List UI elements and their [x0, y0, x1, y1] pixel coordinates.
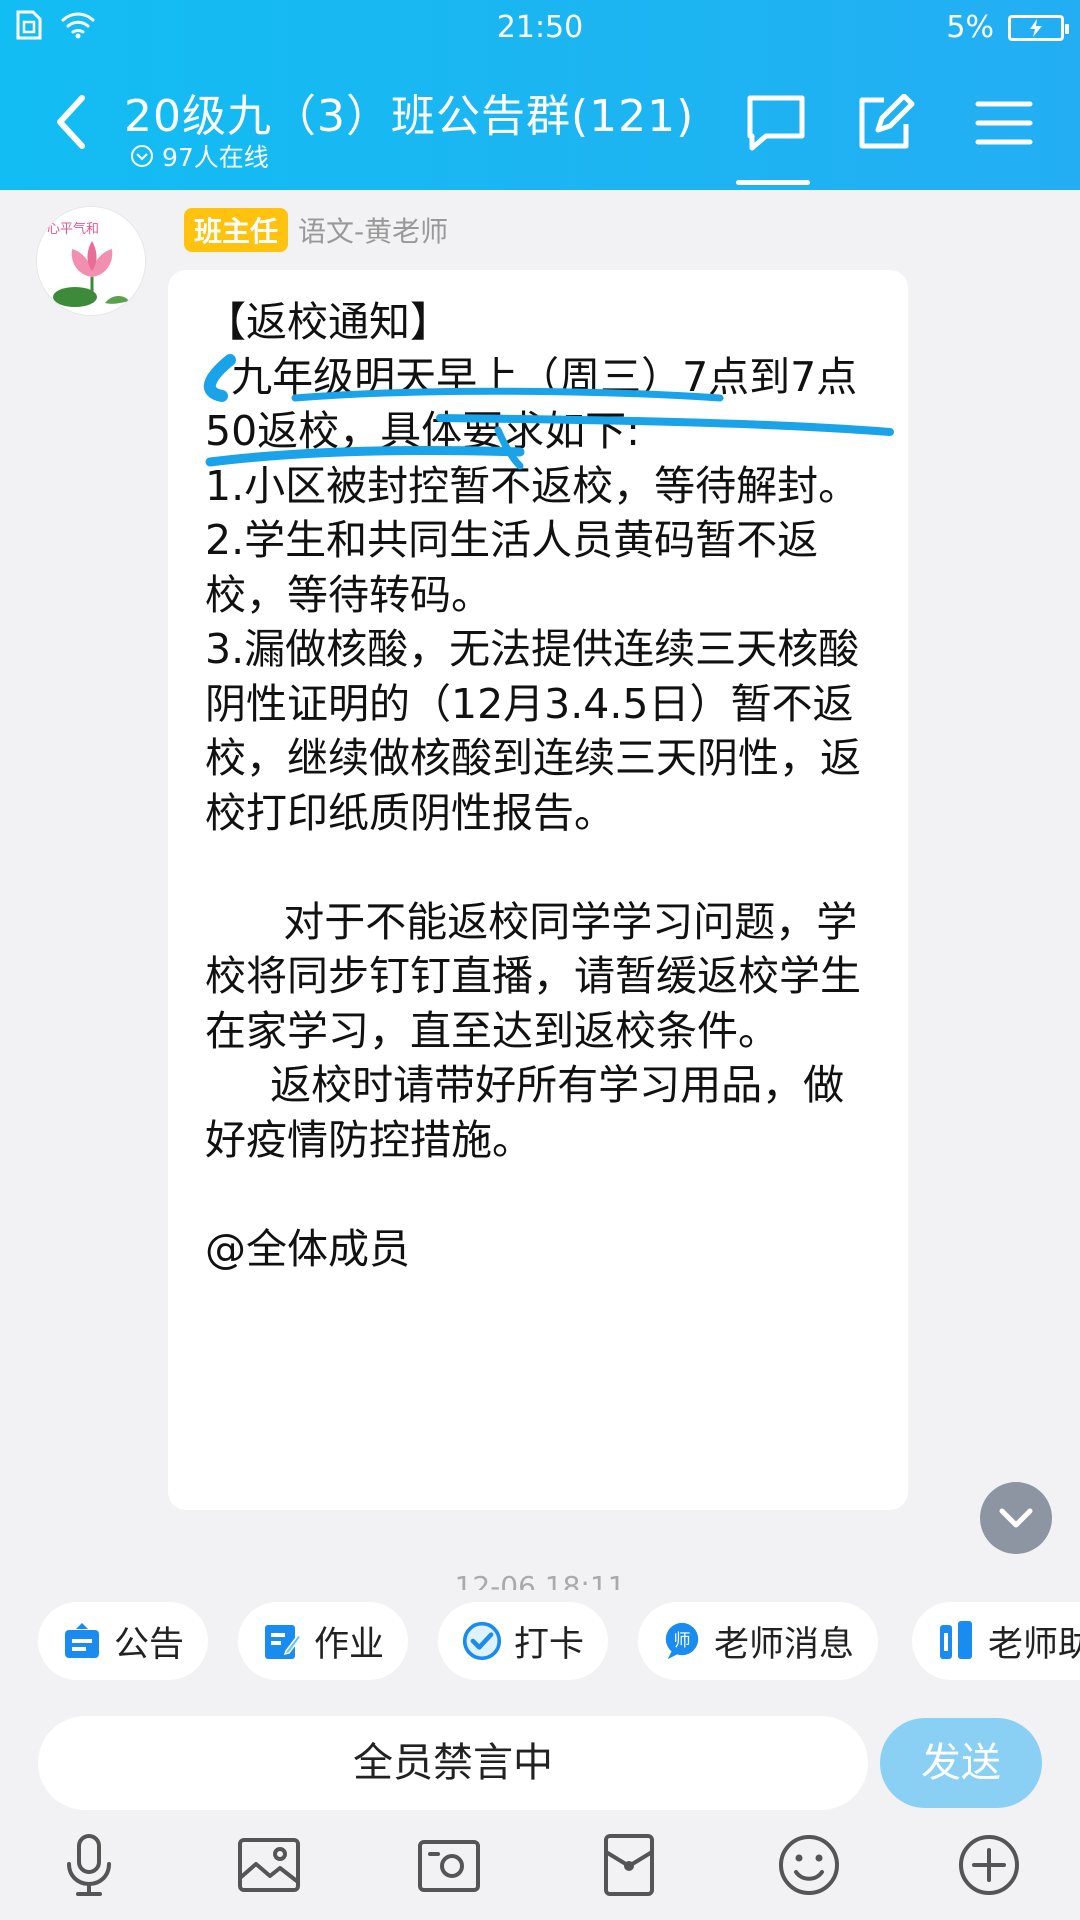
battery-icon	[1008, 14, 1069, 41]
avatar[interactable]: 心平气和	[36, 206, 146, 316]
sender-name[interactable]: 语文-黄老师	[298, 210, 448, 250]
sender-line: 班主任 语文-黄老师	[184, 208, 448, 252]
chevron-down-icon	[999, 1508, 1033, 1528]
quick-action-announcement[interactable]: 公告	[38, 1602, 209, 1680]
quick-action-label: 公告	[114, 1624, 185, 1665]
chat-bubble-icon[interactable]	[744, 94, 808, 152]
announcement-icon	[62, 1621, 102, 1661]
edit-icon[interactable]	[854, 94, 918, 152]
group-title: 20级九（3）班公告群(121)	[124, 91, 695, 142]
scroll-down-button[interactable]	[980, 1482, 1052, 1554]
header-bar: 21:50 5% 20级九（3）班公告群(121) 97人在线	[0, 0, 1080, 190]
quick-action-teacher-assistant[interactable]: 老师助	[912, 1602, 1080, 1680]
clock: 21:50	[496, 10, 584, 45]
menu-icon[interactable]	[972, 94, 1036, 152]
homework-icon	[262, 1621, 302, 1661]
message-input[interactable]: 全员禁言中	[38, 1716, 868, 1810]
quick-action-homework[interactable]: 作业	[238, 1602, 409, 1680]
svg-text:心平气和: 心平气和	[47, 221, 99, 237]
message-text: 【返校通知】 九年级明天早上（周三）7点到7点50返校，具体要求如下: 1.小区…	[205, 298, 861, 1273]
status-bar: 21:50 5%	[0, 10, 1080, 50]
checkin-icon	[462, 1621, 502, 1661]
input-area: 全员禁言中 发送	[0, 1700, 1080, 1920]
online-count: 97人在线	[130, 138, 269, 174]
lotus-avatar-icon: 心平气和	[37, 207, 145, 315]
active-tab-indicator	[736, 180, 810, 185]
quick-action-bar: 公告 作业 打卡 师 老师消息 老师助	[0, 1590, 1080, 1700]
microphone-icon[interactable]	[54, 1830, 124, 1900]
svg-text:师: 师	[673, 1631, 690, 1651]
emoji-icon[interactable]	[774, 1830, 844, 1900]
quick-action-label: 老师助	[988, 1624, 1080, 1665]
role-badge: 班主任	[184, 208, 289, 252]
online-count-label: 97人在线	[162, 143, 269, 172]
quick-action-checkin[interactable]: 打卡	[438, 1602, 609, 1680]
image-icon[interactable]	[234, 1830, 304, 1900]
quick-action-label: 作业	[314, 1624, 385, 1665]
input-toolbar	[0, 1830, 1080, 1920]
teacher-assistant-icon	[936, 1621, 976, 1661]
back-icon[interactable]	[50, 92, 94, 152]
quick-action-label: 老师消息	[714, 1624, 855, 1665]
teacher-message-icon: 师	[662, 1621, 702, 1661]
battery-level: 5%	[946, 10, 994, 45]
quick-action-teacher-message[interactable]: 师 老师消息	[638, 1602, 879, 1680]
next-message-timestamp: 12-06 18:11	[454, 1570, 626, 1592]
plus-icon[interactable]	[954, 1830, 1024, 1900]
camera-icon[interactable]	[414, 1830, 484, 1900]
quick-action-label: 打卡	[514, 1624, 585, 1665]
chevron-circle-icon[interactable]	[130, 144, 154, 168]
send-button[interactable]: 发送	[880, 1718, 1042, 1808]
red-packet-icon[interactable]	[594, 1830, 664, 1900]
